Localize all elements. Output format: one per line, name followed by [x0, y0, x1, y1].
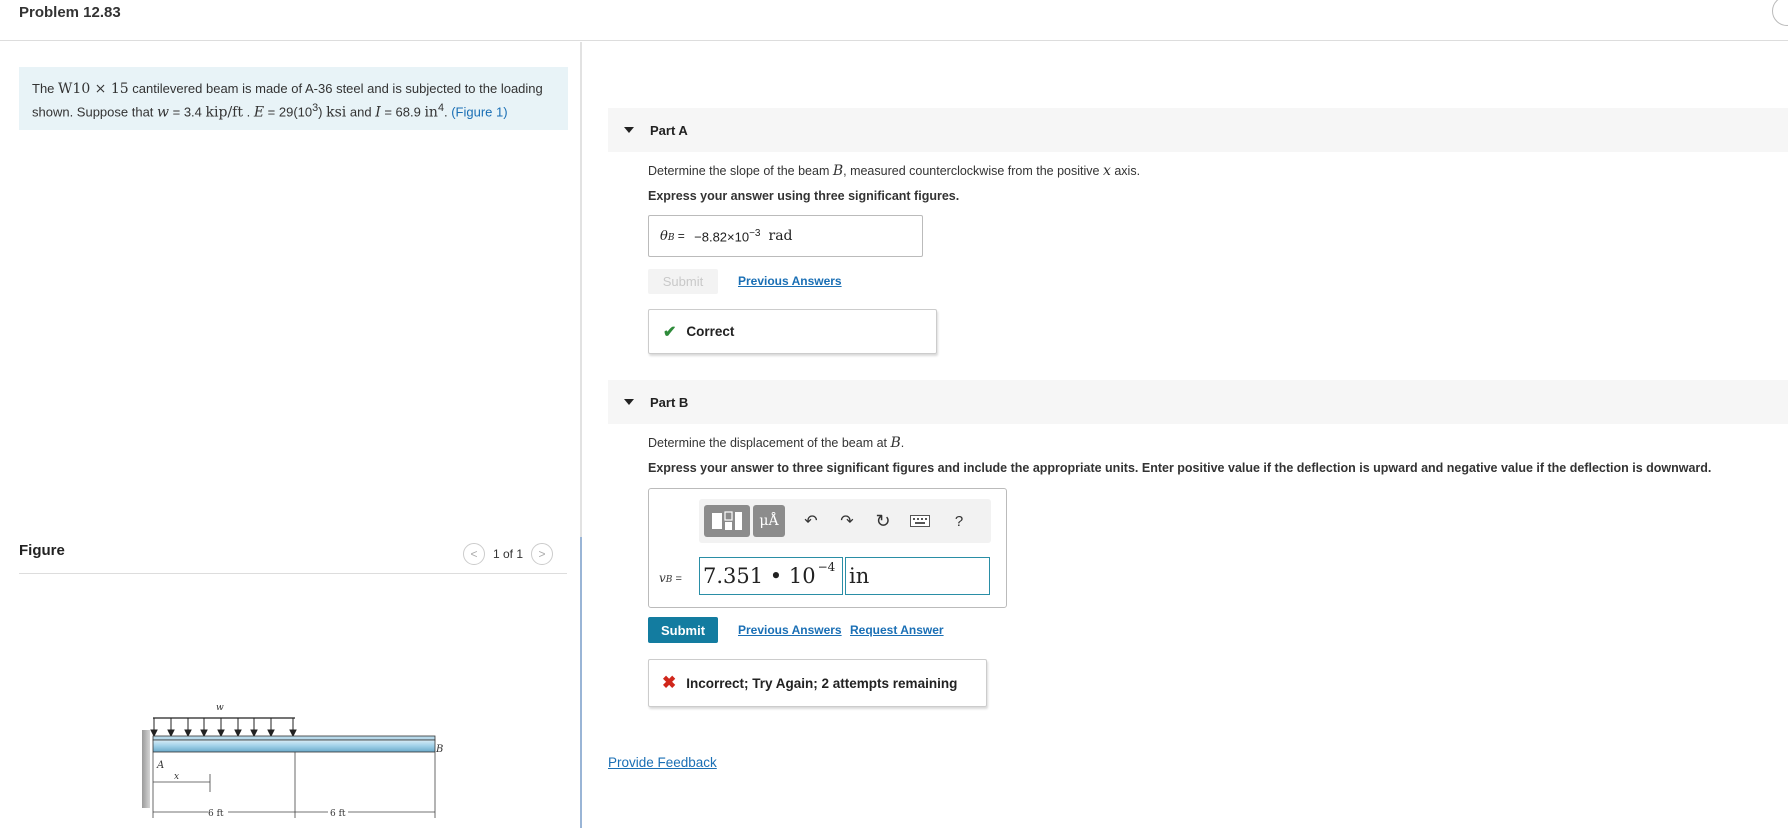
w-value: = 3.4	[169, 104, 206, 120]
figure-pager: < 1 of 1 >	[463, 543, 554, 565]
e-value: = 29(10	[264, 104, 313, 120]
statement-text: )	[318, 104, 327, 120]
label-dim-1: 6 ft	[208, 809, 224, 819]
question-text: Determine the displacement of the beam a…	[648, 436, 891, 450]
label-w: w	[216, 703, 224, 713]
part-b-question: Determine the displacement of the beam a…	[648, 435, 904, 451]
label-a: A	[156, 760, 164, 771]
answer-exponent: −4	[817, 560, 836, 574]
e-symbol: E	[253, 104, 265, 121]
corner-button[interactable]	[1772, 0, 1788, 26]
question-text: Determine the slope of the beam	[648, 164, 833, 178]
part-a-label: Part A	[650, 122, 688, 138]
part-a-answer: θB = −8.82×10−3 rad	[648, 215, 923, 257]
feedback-text: Incorrect; Try Again; 2 attempts remaini…	[686, 675, 958, 691]
i-value: = 68.9	[380, 104, 425, 120]
distributed-load-arrows	[150, 718, 297, 738]
figure-link[interactable]: (Figure 1)	[451, 104, 507, 119]
feedback-text: Correct	[686, 324, 735, 339]
question-text: axis.	[1110, 164, 1141, 178]
answer-mantissa: 7.351 • 10	[703, 564, 816, 588]
question-text: .	[900, 436, 905, 450]
statement-text: and	[346, 104, 376, 120]
answer-mantissa: −8.82×10	[694, 229, 750, 245]
question-symbol-x: x	[1102, 163, 1111, 179]
dimension-lines	[152, 752, 436, 818]
answer-lhs: θB	[660, 229, 674, 244]
collapse-triangle-icon[interactable]	[624, 399, 634, 405]
w-unit: kip/ft	[205, 104, 243, 121]
wall-support	[142, 730, 150, 808]
answer-lhs: vB =	[659, 571, 685, 585]
beam	[152, 739, 436, 753]
x-mark-icon: ✖	[662, 673, 677, 692]
part-a-question: Determine the slope of the beam B, measu…	[648, 163, 1140, 179]
figure-divider	[19, 573, 567, 574]
e-unit: ksi	[326, 104, 347, 121]
answer-unit: rad	[768, 228, 793, 244]
part-a-instruction: Express your answer using three signific…	[648, 189, 960, 203]
label-b: B	[435, 744, 443, 755]
units-icon[interactable]: μÅ	[753, 505, 785, 537]
question-symbol-b: B	[832, 163, 844, 179]
right-pane: Part A Determine the slope of the beam B…	[582, 42, 1788, 828]
part-b-label: Part B	[650, 394, 689, 410]
part-b-answer-editor: μÅ ↶ ↷ ↻ ? vB = 7.351 • 10 −4 in	[648, 488, 1007, 608]
undo-icon[interactable]: ↶	[799, 505, 823, 537]
answer-value-input[interactable]: 7.351 • 10 −4	[699, 557, 843, 595]
problem-title: Problem 12.83	[19, 4, 121, 21]
collapse-triangle-icon[interactable]	[624, 127, 634, 133]
part-b-instruction: Express your answer to three significant…	[648, 461, 1712, 475]
redo-icon[interactable]: ↷	[835, 505, 859, 537]
chevron-right-icon[interactable]: >	[531, 543, 554, 565]
provide-feedback-link[interactable]: Provide Feedback	[608, 755, 717, 770]
chevron-left-icon[interactable]: <	[463, 543, 485, 565]
part-b-header[interactable]: Part B	[608, 380, 1788, 424]
answer-equals: =	[672, 573, 685, 585]
label-dim-2: 6 ft	[330, 809, 346, 819]
answer-value: −8.82×10−3	[694, 228, 760, 244]
part-a-feedback: ✔ Correct	[648, 309, 937, 354]
label-x: x	[174, 772, 179, 782]
pager-count: 1 of 1	[493, 547, 524, 561]
answer-equals: =	[674, 229, 689, 243]
answer-lhs-subscript: B	[667, 232, 675, 243]
part-b-feedback: ✖ Incorrect; Try Again; 2 attempts remai…	[648, 659, 987, 707]
part-a-previous-answers-link[interactable]: Previous Answers	[738, 274, 842, 288]
keyboard-icon[interactable]	[907, 505, 933, 537]
part-a-submit-button[interactable]: Submit	[648, 269, 718, 294]
i-unit: in	[424, 104, 438, 121]
beam-designation: W10 × 15	[58, 81, 129, 97]
part-a-header[interactable]: Part A	[608, 108, 1788, 152]
answer-lhs-symbol: v	[659, 571, 666, 585]
math-toolbar: μÅ ↶ ↷ ↻ ?	[699, 499, 991, 543]
figure-label: Figure	[19, 542, 65, 559]
answer-lhs-symbol: θ	[660, 228, 668, 244]
part-b-previous-answers-link[interactable]: Previous Answers	[738, 623, 842, 637]
question-text: , measured counterclockwise from the pos…	[843, 164, 1103, 178]
statement-text: The	[32, 81, 59, 96]
templates-icon[interactable]	[704, 505, 750, 537]
question-symbol-b: B	[890, 435, 901, 451]
top-header: Problem 12.83	[0, 0, 1788, 41]
beam-figure: w B A x 6 ft 6 ft	[142, 703, 443, 819]
w-symbol: w	[157, 104, 170, 121]
left-pane: The W10 × 15 cantilevered beam is made o…	[0, 42, 580, 828]
answer-exponent: −3	[749, 227, 761, 239]
help-icon[interactable]: ?	[947, 505, 971, 537]
statement-text: .	[242, 104, 254, 120]
checkmark-icon: ✔	[663, 323, 677, 341]
problem-statement: The W10 × 15 cantilevered beam is made o…	[19, 67, 568, 130]
reset-icon[interactable]: ↻	[871, 505, 895, 537]
part-b-submit-button[interactable]: Submit	[648, 617, 718, 643]
part-b-request-answer-link[interactable]: Request Answer	[850, 623, 944, 637]
answer-unit-input[interactable]: in	[845, 557, 990, 595]
